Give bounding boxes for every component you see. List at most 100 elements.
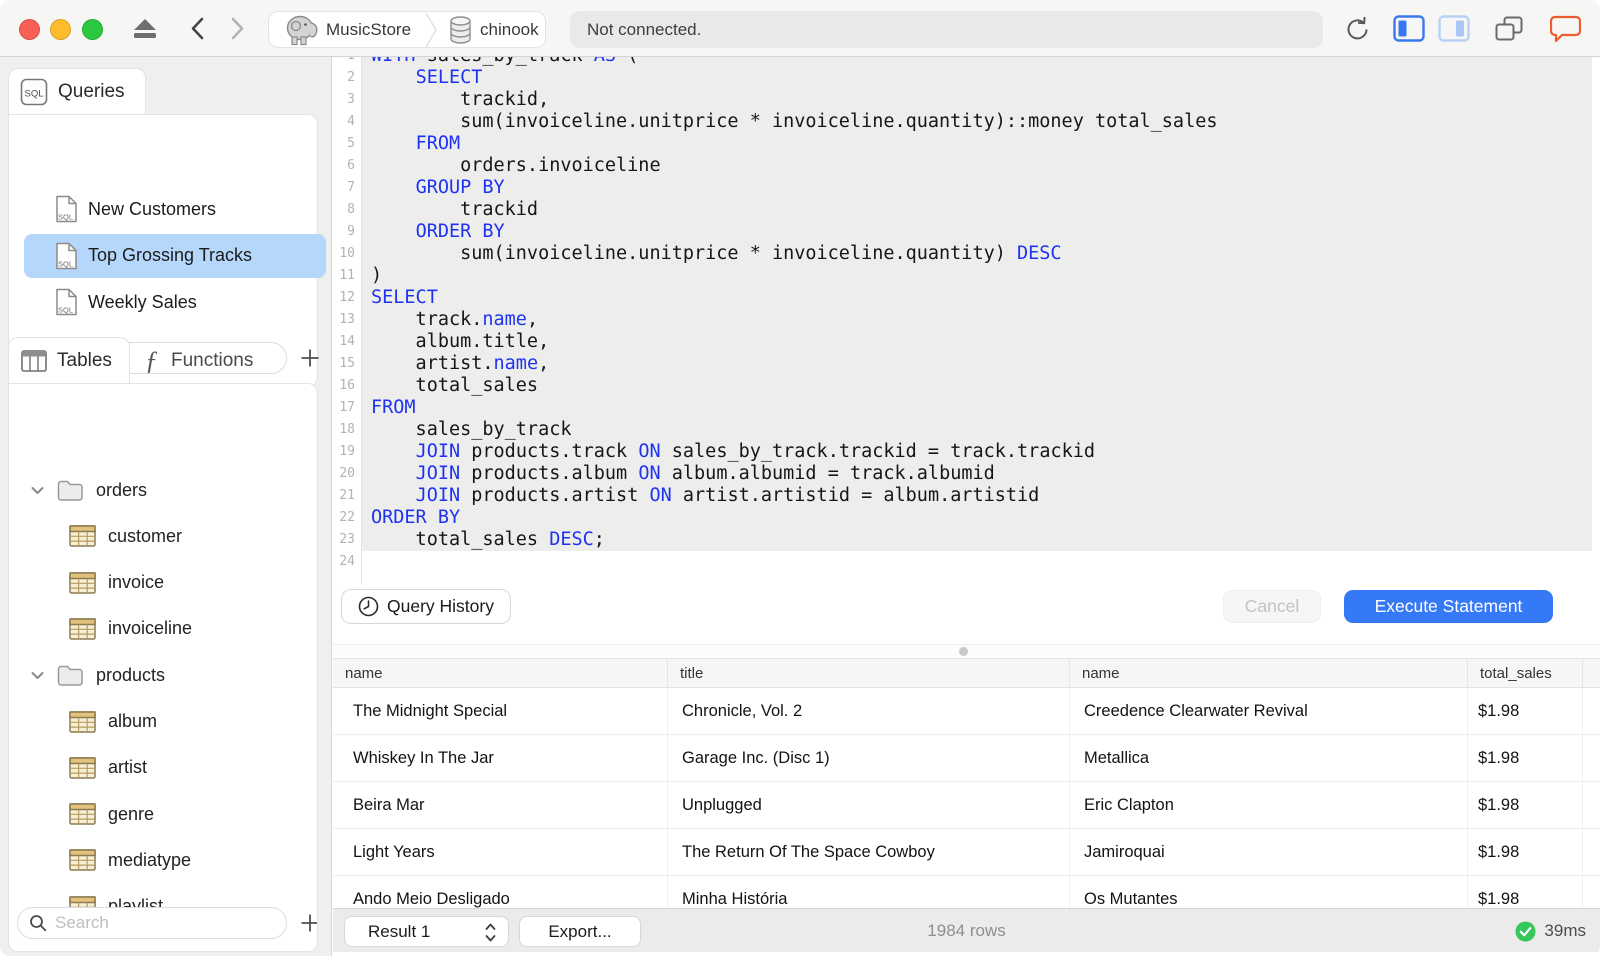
results-cell[interactable]: Unplugged (668, 782, 1070, 828)
results-cell[interactable] (1583, 688, 1600, 734)
line-number: 16 (339, 378, 355, 393)
query-item[interactable]: SQL Weekly Sales (24, 280, 326, 324)
results-column-header[interactable]: title (668, 659, 1070, 688)
pane-resize-handle[interactable] (333, 645, 1600, 658)
tree-table[interactable]: artist (69, 751, 147, 785)
tree-folder-label: orders (96, 479, 148, 500)
table-icon (69, 803, 96, 825)
breadcrumb-connection[interactable]: MusicStore (326, 20, 411, 40)
add-table-button[interactable] (297, 910, 317, 936)
tables-search-field[interactable] (17, 907, 287, 939)
breadcrumb-database[interactable]: chinook (480, 20, 539, 40)
minimize-window-button[interactable] (50, 19, 71, 40)
feedback-chat-button[interactable] (1549, 0, 1581, 57)
svg-text:SQL: SQL (58, 306, 73, 315)
query-history-button[interactable]: Query History (341, 589, 511, 624)
sql-editor[interactable]: 1WITH sales_by_track AS (2 SELECT3 track… (333, 57, 1600, 585)
results-cell[interactable]: Eric Clapton (1070, 782, 1468, 828)
query-item[interactable]: SQL Top Grossing Tracks (24, 233, 326, 278)
execute-statement-button[interactable]: Execute Statement (1344, 590, 1553, 623)
export-button[interactable]: Export... (519, 916, 641, 947)
results-cell[interactable]: Whiskey In The Jar (333, 735, 668, 781)
results-row[interactable]: The Midnight Special Chronicle, Vol. 2 Cre… (333, 688, 1600, 735)
line-number: 20 (339, 466, 355, 481)
back-button[interactable] (186, 0, 208, 57)
up-down-chevrons-icon (485, 923, 496, 942)
results-cell[interactable]: Creedence Clearwater Revival (1070, 688, 1468, 734)
disclosure-chevron-icon[interactable] (31, 671, 45, 680)
code-line: 11) (333, 265, 1600, 287)
breadcrumb[interactable]: MusicStore chinook (268, 11, 546, 48)
tree-table-label: mediatype (108, 849, 192, 870)
table-icon (69, 618, 96, 640)
close-window-button[interactable] (19, 19, 40, 40)
disclosure-chevron-icon[interactable] (31, 486, 45, 495)
tree-table[interactable]: invoiceline (69, 612, 192, 646)
results-cell[interactable]: Metallica (1070, 735, 1468, 781)
svg-text:SQL: SQL (58, 259, 73, 268)
results-cell[interactable] (1583, 829, 1600, 875)
table-columns-icon (21, 350, 47, 372)
results-cell[interactable]: Os Mutantes (1070, 876, 1468, 908)
tab-queries[interactable]: SQL Queries (8, 68, 146, 115)
results-cell[interactable]: Chronicle, Vol. 2 (668, 688, 1070, 734)
results-cell[interactable]: Jamiroquai (1070, 829, 1468, 875)
line-number: 13 (339, 312, 355, 327)
results-cell[interactable]: Ando Meio Desligado (333, 876, 668, 908)
results-cell[interactable] (1583, 782, 1600, 828)
tree-table-label: artist (108, 757, 148, 778)
results-cell[interactable]: The Return Of The Space Cowboy (668, 829, 1070, 875)
line-number: 14 (339, 334, 355, 349)
line-number: 9 (347, 224, 355, 239)
results-row[interactable]: Beira Mar Unplugged Eric Clapton $1.98 (333, 782, 1600, 829)
tree-table-label: genre (108, 803, 155, 824)
results-cell[interactable]: $1.98 (1468, 688, 1583, 734)
line-number: 3 (347, 92, 355, 107)
results-column-header[interactable]: total_sales (1468, 659, 1583, 688)
line-number: 8 (347, 202, 355, 217)
results-cell[interactable]: The Midnight Special (333, 688, 668, 734)
tree-folder[interactable]: products (31, 658, 165, 692)
results-cell[interactable]: Light Years (333, 829, 668, 875)
results-cell[interactable]: $1.98 (1468, 735, 1583, 781)
tree-folder-label: products (96, 664, 166, 685)
refresh-button[interactable] (1343, 0, 1371, 57)
tables-search-input[interactable] (55, 913, 265, 933)
results-column-header[interactable]: name (333, 659, 668, 688)
tree-table[interactable]: customer (69, 519, 182, 553)
results-cell[interactable] (1583, 876, 1600, 908)
toggle-left-sidebar-button[interactable] (1393, 0, 1425, 57)
results-cell[interactable]: Minha História (668, 876, 1070, 908)
tree-table[interactable]: album (69, 705, 157, 739)
tree-table[interactable]: genre (69, 797, 154, 831)
database-icon (449, 15, 472, 44)
results-row[interactable]: Whiskey In The Jar Garage Inc. (Disc 1) Me… (333, 735, 1600, 782)
cancel-button[interactable]: Cancel (1223, 590, 1321, 623)
code-line: 4 sum(invoiceline.unitprice * invoicelin… (333, 111, 1600, 133)
tab-tables[interactable]: Tables (8, 337, 130, 384)
tab-tables-label: Tables (57, 350, 112, 371)
results-row[interactable]: Light Years The Return Of The Space Cowbo… (333, 829, 1600, 876)
results-cell[interactable]: $1.98 (1468, 876, 1583, 908)
tree-table[interactable]: invoice (69, 566, 164, 600)
line-number: 17 (339, 400, 355, 415)
results-cell[interactable]: $1.98 (1468, 782, 1583, 828)
results-column-header[interactable] (1583, 659, 1600, 688)
results-row[interactable]: Ando Meio Desligado Minha História Os Muta… (333, 876, 1600, 908)
windows-icon[interactable] (1494, 0, 1524, 57)
results-cell[interactable] (1583, 735, 1600, 781)
results-cell[interactable]: Beira Mar (333, 782, 668, 828)
results-cell[interactable]: Garage Inc. (Disc 1) (668, 735, 1070, 781)
tree-folder[interactable]: orders (31, 473, 147, 507)
results-cell[interactable]: $1.98 (1468, 829, 1583, 875)
add-query-button[interactable] (297, 345, 323, 371)
query-item[interactable]: SQL New Customers (24, 187, 326, 231)
eject-icon[interactable] (131, 0, 159, 57)
zoom-window-button[interactable] (82, 19, 103, 40)
tree-table[interactable]: mediatype (69, 843, 191, 877)
toggle-right-sidebar-button[interactable] (1438, 0, 1470, 57)
results-column-header[interactable]: name (1070, 659, 1468, 688)
forward-button[interactable] (226, 0, 248, 57)
result-selector[interactable]: Result 1 (344, 916, 509, 947)
tab-functions[interactable]: ƒ Functions (130, 337, 290, 384)
